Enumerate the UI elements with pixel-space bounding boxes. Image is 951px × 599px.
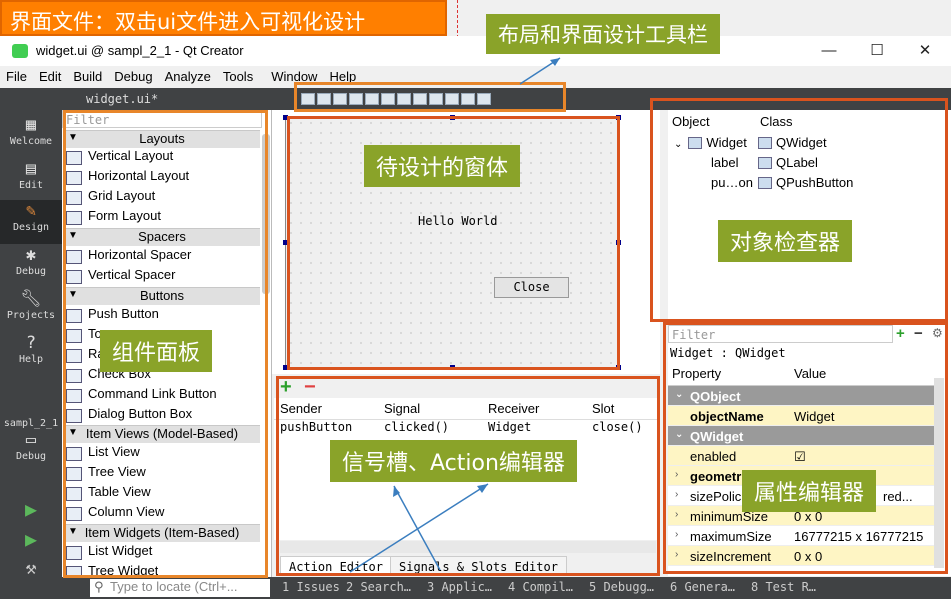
- callout-signal-slot: 信号槽、Action编辑器: [330, 440, 577, 482]
- callout-object-inspector: 对象检查器: [718, 220, 853, 262]
- arrow-signal-2-head: [477, 484, 488, 493]
- arrow-signal-1: [393, 485, 441, 571]
- callout-property-editor: 属性编辑器: [742, 470, 877, 512]
- callout-toolbar: 布局和界面设计工具栏: [486, 14, 720, 54]
- callout-widget-box: 组件面板: [100, 330, 213, 372]
- arrow-toolbar-head: [550, 58, 560, 66]
- arrow-signal-2: [349, 483, 489, 573]
- callout-form: 待设计的窗体: [364, 145, 521, 187]
